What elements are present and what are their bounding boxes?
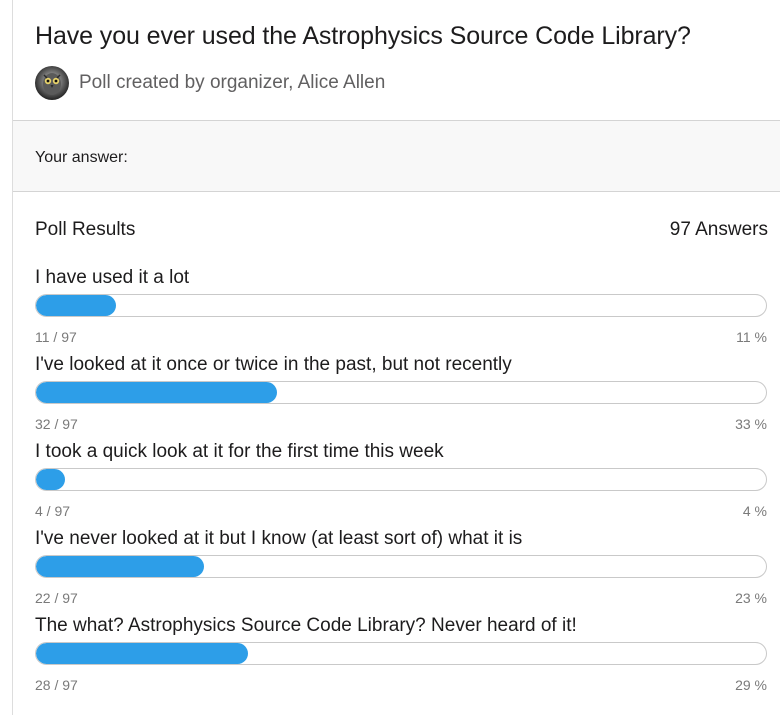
option-count: 28 / 97 (35, 677, 78, 693)
owl-avatar-icon (43, 73, 61, 95)
option-label: I have used it a lot (35, 267, 190, 288)
poll-question: Have you ever used the Astrophysics Sour… (35, 22, 691, 50)
progress-fill (36, 556, 204, 577)
your-answer-section: Your answer: (13, 120, 780, 192)
progress-track (35, 468, 767, 491)
results-title: Poll Results (35, 219, 136, 240)
creator-text: Poll created by organizer, Alice Allen (79, 72, 386, 93)
option-label: I've looked at it once or twice in the p… (35, 354, 512, 375)
option-count: 22 / 97 (35, 590, 78, 606)
poll-header: Have you ever used the Astrophysics Sour… (13, 0, 780, 120)
option-label: I've never looked at it but I know (at l… (35, 528, 523, 549)
option-count: 32 / 97 (35, 416, 78, 432)
poll-creator: Poll created by organizer, Alice Allen (35, 66, 385, 100)
progress-track (35, 642, 767, 665)
option-count: 4 / 97 (35, 503, 71, 519)
progress-fill (36, 295, 117, 316)
poll-option: The what? Astrophysics Source Code Libra… (35, 615, 767, 705)
avatar[interactable] (35, 66, 69, 100)
option-label: I took a quick look at it for the first … (35, 441, 444, 462)
poll-option: I've never looked at it but I know (at l… (35, 528, 767, 618)
progress-track (35, 381, 767, 404)
progress-track (35, 294, 767, 317)
poll-option: I have used it a lot 11 / 97 11 % (35, 267, 767, 357)
progress-fill (36, 643, 248, 664)
progress-fill (36, 469, 66, 490)
option-percent: 33 % (735, 416, 767, 432)
option-percent: 29 % (735, 677, 767, 693)
your-answer-label: Your answer: (35, 149, 128, 166)
progress-fill (36, 382, 277, 403)
answers-count: 97 Answers (669, 219, 768, 240)
poll-card: Have you ever used the Astrophysics Sour… (12, 0, 780, 715)
option-label: The what? Astrophysics Source Code Libra… (35, 615, 577, 636)
poll-option: I took a quick look at it for the first … (35, 441, 767, 531)
option-percent: 23 % (735, 590, 767, 606)
progress-track (35, 555, 767, 578)
option-percent: 4 % (742, 503, 767, 519)
option-percent: 11 % (736, 329, 767, 345)
poll-option: I've looked at it once or twice in the p… (35, 354, 767, 444)
option-count: 11 / 97 (35, 329, 77, 345)
